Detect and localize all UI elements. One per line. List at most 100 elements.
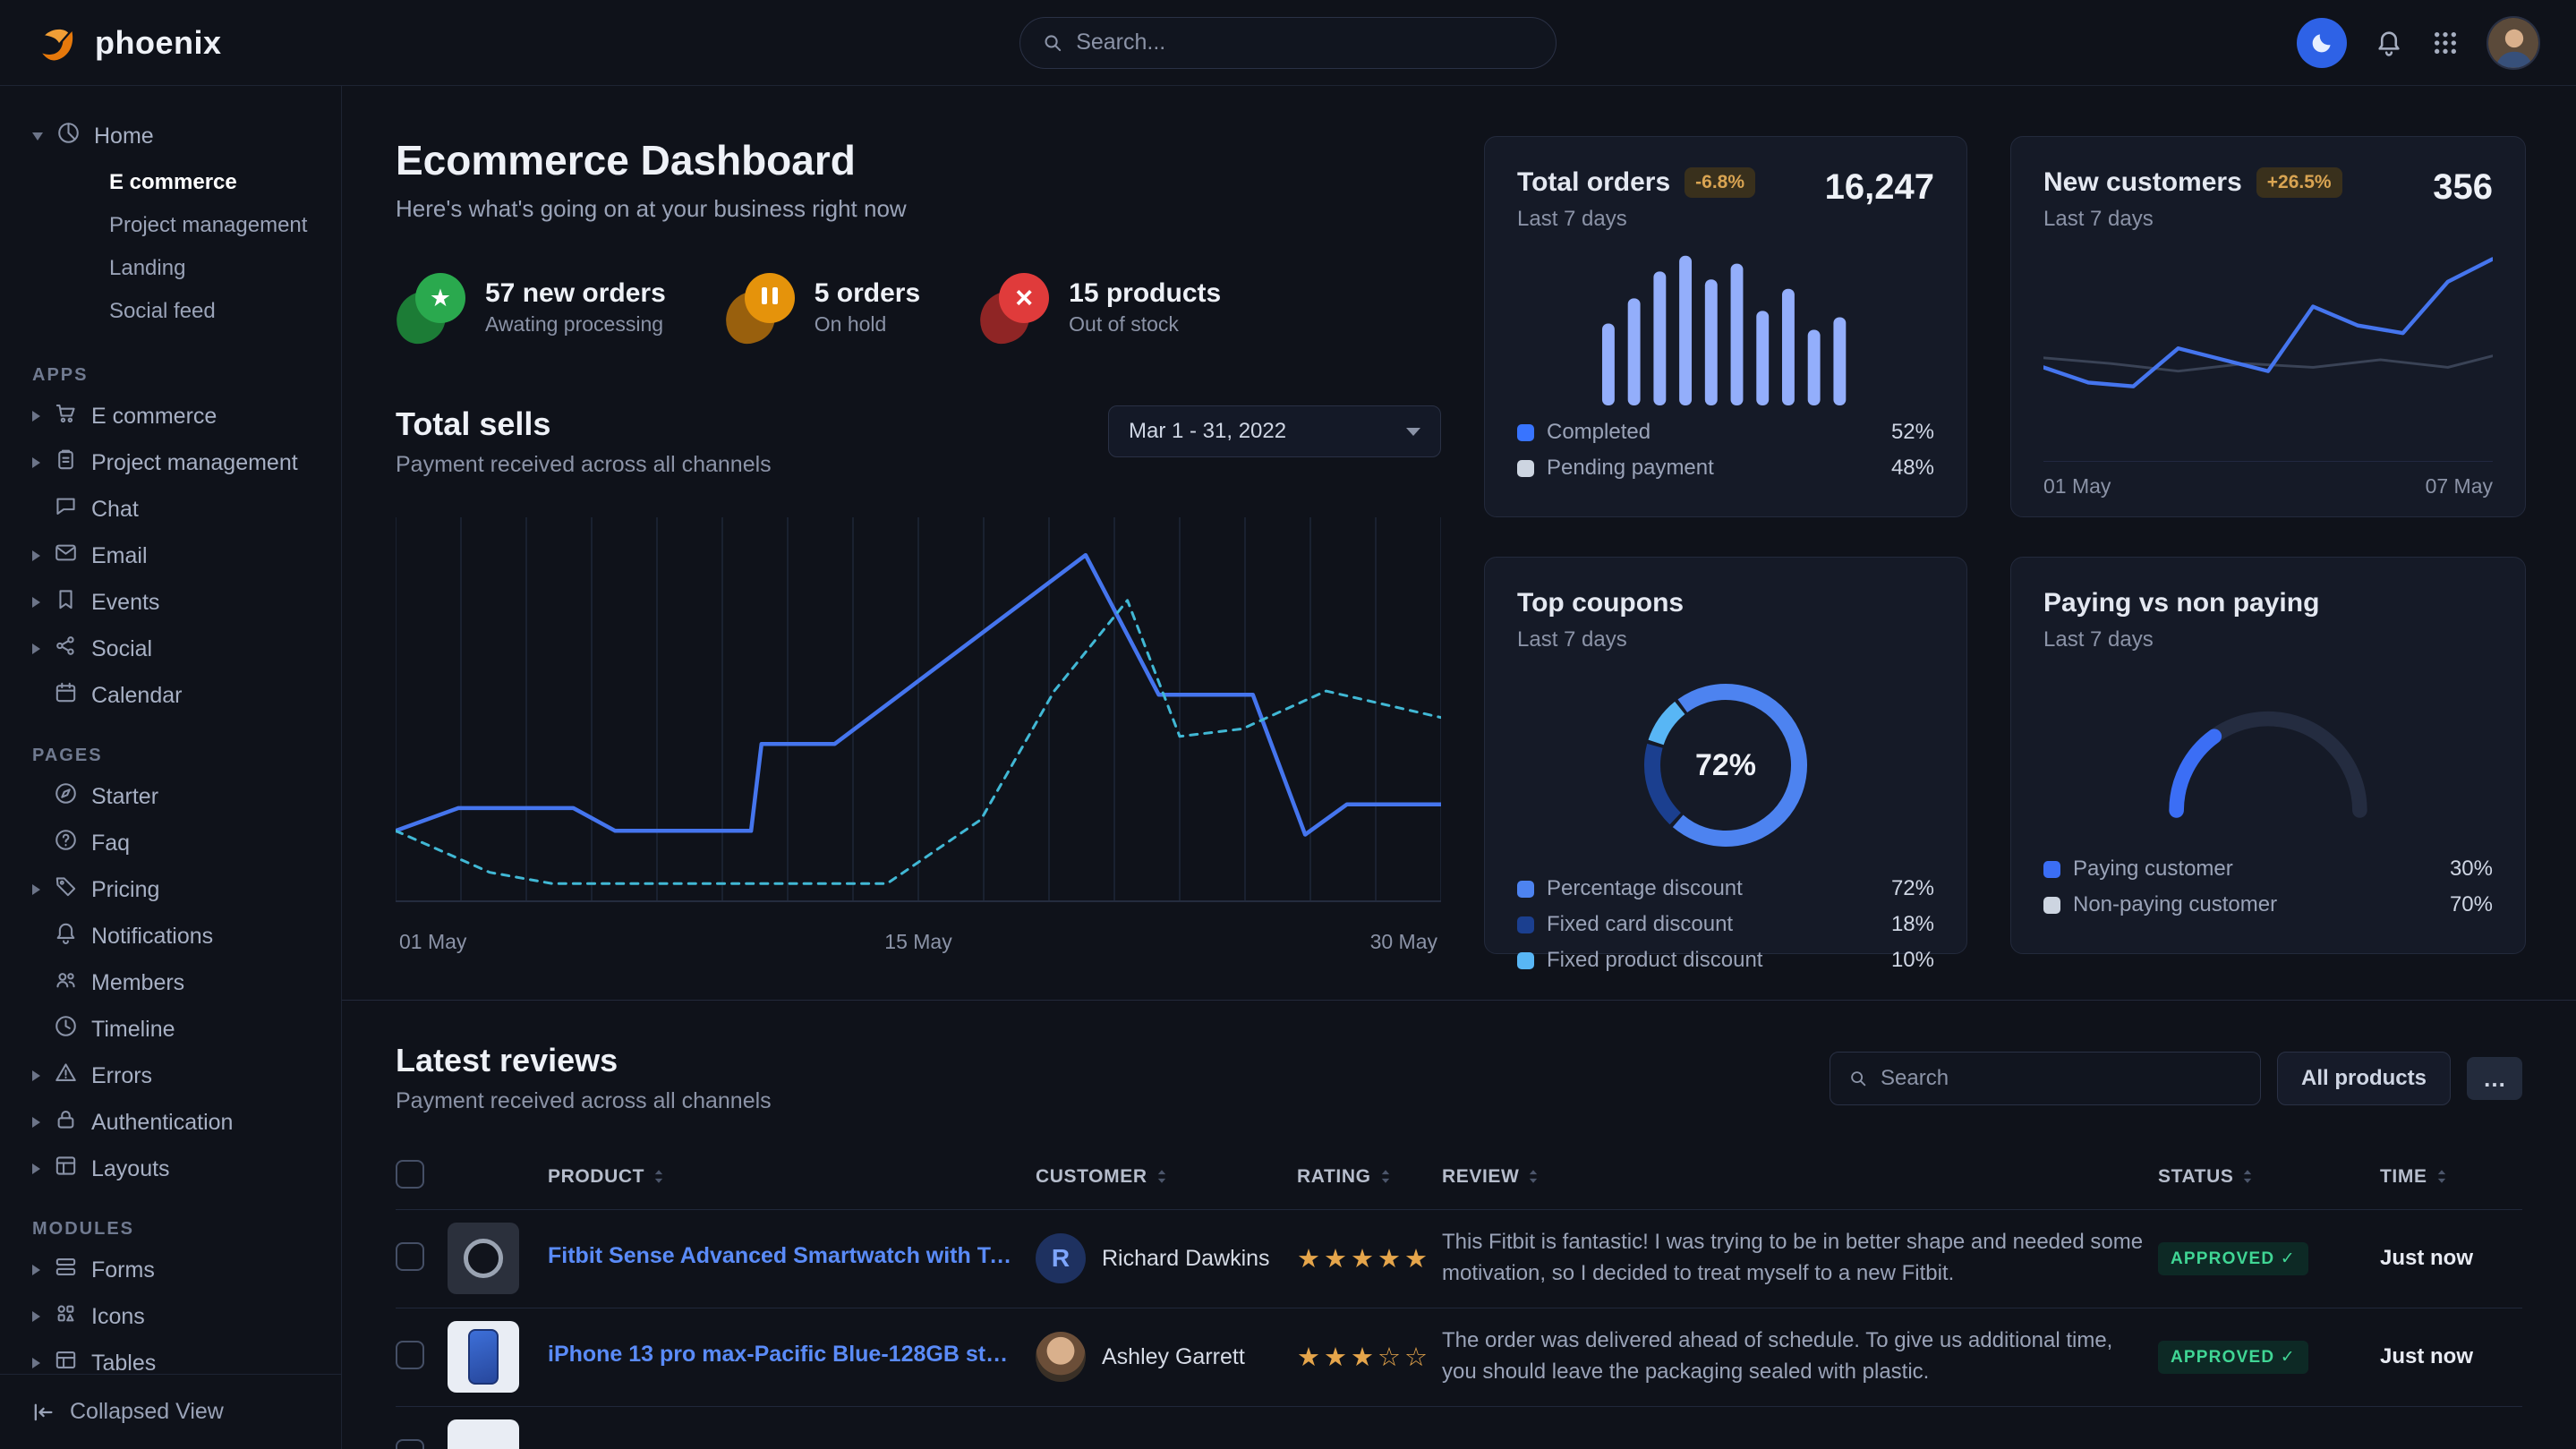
sidebar-item-chat[interactable]: Chat	[23, 486, 321, 533]
legend-label: Fixed product discount	[1547, 948, 1879, 973]
legend-label: Completed	[1547, 420, 1879, 445]
sidebar-item-e-commerce[interactable]: E commerce	[23, 393, 321, 439]
product-thumbnail[interactable]	[448, 1321, 519, 1393]
sidebar-item-authentication[interactable]: Authentication	[23, 1099, 321, 1146]
total-sells-header: Total sells Payment received across all …	[396, 405, 1441, 478]
main-content: Ecommerce Dashboard Here's what's going …	[342, 86, 2576, 1449]
sidebar-item-home[interactable]: Home	[23, 113, 321, 159]
reviews-search[interactable]	[1830, 1052, 2261, 1105]
total-sells-x-axis: 01 May 15 May 30 May	[396, 930, 1441, 954]
sidebar-item-label: Chat	[91, 497, 139, 523]
global-search[interactable]	[1019, 17, 1557, 69]
card-period: Last 7 days	[1517, 207, 1755, 232]
stat-item: 5 orders On hold	[725, 271, 920, 343]
total-orders-card: Total orders -6.8% Last 7 days 16,247 Co…	[1484, 136, 1967, 517]
top-coupons-legend: Percentage discount 72% Fixed card disco…	[1517, 871, 1934, 978]
sidebar-item-e-commerce[interactable]: E commerce	[23, 161, 321, 204]
user-avatar[interactable]	[2486, 16, 2540, 70]
sidebar-item-notifications[interactable]: Notifications	[23, 913, 321, 959]
sidebar-item-project-management[interactable]: Project management	[23, 204, 321, 247]
column-header-product[interactable]: PRODUCT	[548, 1145, 1036, 1209]
product-thumbnail[interactable]	[448, 1223, 519, 1294]
sidebar-item-landing[interactable]: Landing	[23, 247, 321, 290]
product-thumbnail[interactable]	[448, 1419, 519, 1449]
more-options-button[interactable]: …	[2467, 1057, 2522, 1100]
row-checkbox[interactable]	[396, 1439, 424, 1449]
sidebar-nav: Home E commerceProject managementLanding…	[0, 86, 341, 1374]
column-header-review[interactable]: REVIEW	[1442, 1145, 2158, 1209]
all-products-button[interactable]: All products	[2277, 1052, 2451, 1105]
apps-grid-button[interactable]	[2431, 29, 2460, 57]
x-tick: 01 May	[2043, 474, 2111, 499]
legend-value: 30%	[2450, 857, 2493, 882]
pie-chart-icon	[55, 120, 81, 152]
global-search-input[interactable]	[1076, 30, 1534, 55]
legend-value: 72%	[1891, 876, 1934, 901]
product-link[interactable]: Fitbit Sense Advanced Smartwatch with To…	[548, 1243, 1016, 1269]
select-all-cell	[396, 1145, 448, 1209]
sidebar: Home E commerceProject managementLanding…	[0, 86, 342, 1449]
sidebar-item-social-feed[interactable]: Social feed	[23, 290, 321, 333]
row-checkbox[interactable]	[396, 1341, 424, 1369]
card-period: Last 7 days	[2043, 207, 2342, 232]
sidebar-item-icons[interactable]: Icons	[23, 1293, 321, 1340]
sidebar-item-project-management[interactable]: Project management	[23, 439, 321, 486]
paying-legend: Paying customer 30% Non-paying customer …	[2043, 851, 2493, 923]
sidebar-item-label: Events	[91, 590, 159, 616]
reviews-search-input[interactable]	[1881, 1066, 2242, 1091]
sort-icon	[2242, 1169, 2253, 1184]
sidebar-item-calendar[interactable]: Calendar	[23, 672, 321, 719]
notifications-button[interactable]	[2374, 28, 2404, 58]
sidebar-item-starter[interactable]: Starter	[23, 773, 321, 820]
sort-icon	[1528, 1169, 1539, 1184]
paying-vs-non-paying-card: Paying vs non paying Last 7 days Paying …	[2010, 557, 2526, 954]
date-range-select[interactable]: Mar 1 - 31, 2022	[1108, 405, 1441, 457]
legend-value: 52%	[1891, 420, 1934, 445]
column-label: RATING	[1297, 1166, 1371, 1188]
watch-image	[464, 1239, 503, 1278]
column-header-rating[interactable]: RATING	[1297, 1145, 1442, 1209]
column-header-time[interactable]: TIME	[2380, 1145, 2522, 1209]
collapsed-view-label: Collapsed View	[70, 1399, 224, 1425]
sidebar-item-members[interactable]: Members	[23, 959, 321, 1006]
sidebar-item-label: Icons	[91, 1304, 145, 1330]
sidebar-item-faq[interactable]: Faq	[23, 820, 321, 866]
sidebar-item-layouts[interactable]: Layouts	[23, 1146, 321, 1192]
theme-toggle-button[interactable]	[2297, 18, 2347, 68]
total-orders-legend: Completed 52% Pending payment 48%	[1517, 414, 1934, 486]
new-customers-card: New customers +26.5% Last 7 days 356 01 …	[2010, 136, 2526, 517]
lock-icon	[53, 1106, 79, 1138]
sidebar-item-label: Starter	[91, 784, 158, 810]
collapsed-view-toggle[interactable]: Collapsed View	[0, 1374, 341, 1449]
stat-item: ★ 57 new orders Awating processing	[396, 271, 666, 343]
sidebar-item-errors[interactable]: Errors	[23, 1053, 321, 1099]
column-label: TIME	[2380, 1166, 2427, 1188]
bell-icon	[53, 920, 79, 952]
caret-right-icon	[32, 457, 40, 468]
app-root: phoenix	[0, 0, 2576, 1449]
phoenix-logo[interactable]: phoenix	[36, 20, 222, 66]
sidebar-item-forms[interactable]: Forms	[23, 1247, 321, 1293]
table-icon	[53, 1347, 79, 1374]
select-all-checkbox[interactable]	[396, 1160, 424, 1189]
column-header-status[interactable]: STATUS	[2158, 1145, 2380, 1209]
sidebar-item-social[interactable]: Social	[23, 626, 321, 672]
new-customers-chart-wrap	[2043, 253, 2493, 452]
page-subtitle: Here's what's going on at your business …	[396, 195, 1441, 223]
sidebar-item-timeline[interactable]: Timeline	[23, 1006, 321, 1053]
thumbnail-column-header	[448, 1145, 548, 1209]
sidebar-item-tables[interactable]: Tables	[23, 1340, 321, 1374]
caret-right-icon	[32, 597, 40, 608]
sidebar-item-pricing[interactable]: Pricing	[23, 866, 321, 913]
legend-value: 10%	[1891, 948, 1934, 973]
row-checkbox[interactable]	[396, 1242, 424, 1271]
sort-icon	[1380, 1169, 1391, 1184]
product-link[interactable]: iPhone 13 pro max-Pacific Blue-128GB sto…	[548, 1342, 1016, 1368]
review-text: This Fitbit is fantastic! I was trying t…	[1442, 1227, 2149, 1290]
calendar-icon	[53, 679, 79, 712]
sidebar-item-email[interactable]: Email	[23, 533, 321, 579]
customer-cell: Ashley Garrett	[1036, 1332, 1297, 1382]
sidebar-item-events[interactable]: Events	[23, 579, 321, 626]
column-header-customer[interactable]: CUSTOMER	[1036, 1145, 1297, 1209]
search-icon	[1848, 1068, 1868, 1089]
